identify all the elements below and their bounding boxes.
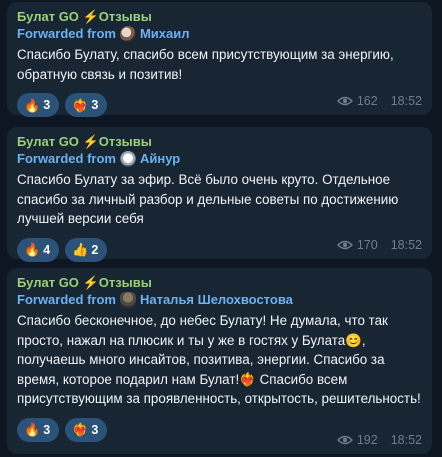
message-time: 18:52: [390, 238, 422, 252]
heart-on-fire-icon: ❤️‍🔥: [72, 97, 89, 113]
reaction-fire[interactable]: 🔥 3: [17, 93, 60, 118]
reaction-thumbs-up[interactable]: 👍 2: [65, 237, 108, 262]
message-meta: 170 18:52: [336, 238, 422, 252]
channel-title: Булат GO: [17, 134, 79, 149]
fire-icon: 🔥: [24, 422, 41, 438]
reaction-count: 3: [91, 422, 99, 437]
message-time: 18:52: [390, 94, 422, 108]
forwarded-label: Forwarded from: [17, 26, 116, 41]
message-meta: 192 18:52: [336, 433, 422, 447]
eye-icon: [336, 96, 353, 106]
lightning-icon: ⚡: [82, 134, 99, 149]
message-time: 18:52: [390, 433, 422, 447]
smiling-face-icon: 😊: [345, 332, 362, 348]
views-count: 192: [356, 433, 378, 447]
message-text: Спасибо Булату, спасибо всем присутствую…: [17, 47, 394, 82]
avatar: [119, 292, 136, 308]
fire-icon: 🔥: [24, 97, 41, 113]
forwarded-from[interactable]: Forwarded from Михаил: [17, 25, 422, 43]
fire-icon: 🔥: [24, 242, 41, 258]
message-feed: Булат GO ⚡Отзывы Forwarded from Михаил С…: [0, 0, 442, 457]
heart-on-fire-icon: ❤️‍🔥: [72, 422, 89, 438]
channel-name[interactable]: Булат GO ⚡Отзывы: [17, 8, 422, 25]
eye-icon: [336, 240, 353, 250]
lightning-icon: ⚡: [82, 275, 99, 290]
heart-on-fire-icon: ❤️‍🔥: [239, 371, 256, 387]
thumbs-up-icon: 👍: [72, 242, 89, 258]
views-count: 170: [356, 238, 378, 252]
message-text-part: Спасибо бесконечное, до небес Булату! Не…: [17, 313, 388, 348]
forwarded-author: Айнур: [139, 151, 181, 166]
reaction-heart-on-fire[interactable]: ❤️‍🔥 3: [65, 417, 108, 442]
views-count: 162: [356, 94, 378, 108]
forwarded-author: Наталья Шелохвостова: [139, 292, 293, 307]
forwarded-label: Forwarded from: [17, 151, 116, 166]
reaction-count: 4: [43, 242, 51, 257]
eye-icon: [336, 435, 353, 445]
forwarded-author: Михаил: [139, 26, 190, 41]
reaction-count: 2: [91, 242, 99, 257]
channel-title-suffix: Отзывы: [98, 9, 152, 24]
channel-title: Булат GO: [17, 275, 79, 290]
reaction-fire[interactable]: 🔥 3: [17, 417, 60, 442]
lightning-icon: ⚡: [82, 9, 99, 24]
reaction-fire[interactable]: 🔥 4: [17, 237, 60, 262]
channel-title-suffix: Отзывы: [98, 275, 152, 290]
message-bubble[interactable]: Булат GO ⚡Отзывы Forwarded from Айнур Сп…: [7, 127, 432, 262]
channel-title: Булат GO: [17, 9, 79, 24]
reaction-count: 3: [43, 98, 51, 113]
message-text: Спасибо бесконечное, до небес Булату! Не…: [17, 311, 422, 409]
channel-name[interactable]: Булат GO ⚡Отзывы: [17, 133, 422, 150]
message-text: Спасибо Булату за эфир. Всё было очень к…: [17, 172, 399, 227]
forwarded-from[interactable]: Forwarded from Айнур: [17, 150, 422, 168]
forwarded-label: Forwarded from: [17, 292, 116, 307]
reaction-count: 3: [43, 422, 51, 437]
channel-title-suffix: Отзывы: [98, 134, 152, 149]
message-meta: 162 18:52: [336, 94, 422, 108]
message-bubble[interactable]: Булат GO ⚡Отзывы Forwarded from Наталья …: [7, 268, 432, 454]
avatar: [119, 151, 136, 167]
avatar: [119, 26, 136, 42]
forwarded-from[interactable]: Forwarded from Наталья Шелохвостова: [17, 291, 422, 309]
reaction-heart-on-fire[interactable]: ❤️‍🔥 3: [65, 93, 108, 118]
channel-name[interactable]: Булат GO ⚡Отзывы: [17, 274, 422, 291]
reaction-count: 3: [91, 98, 99, 113]
message-bubble[interactable]: Булат GO ⚡Отзывы Forwarded from Михаил С…: [7, 2, 432, 118]
